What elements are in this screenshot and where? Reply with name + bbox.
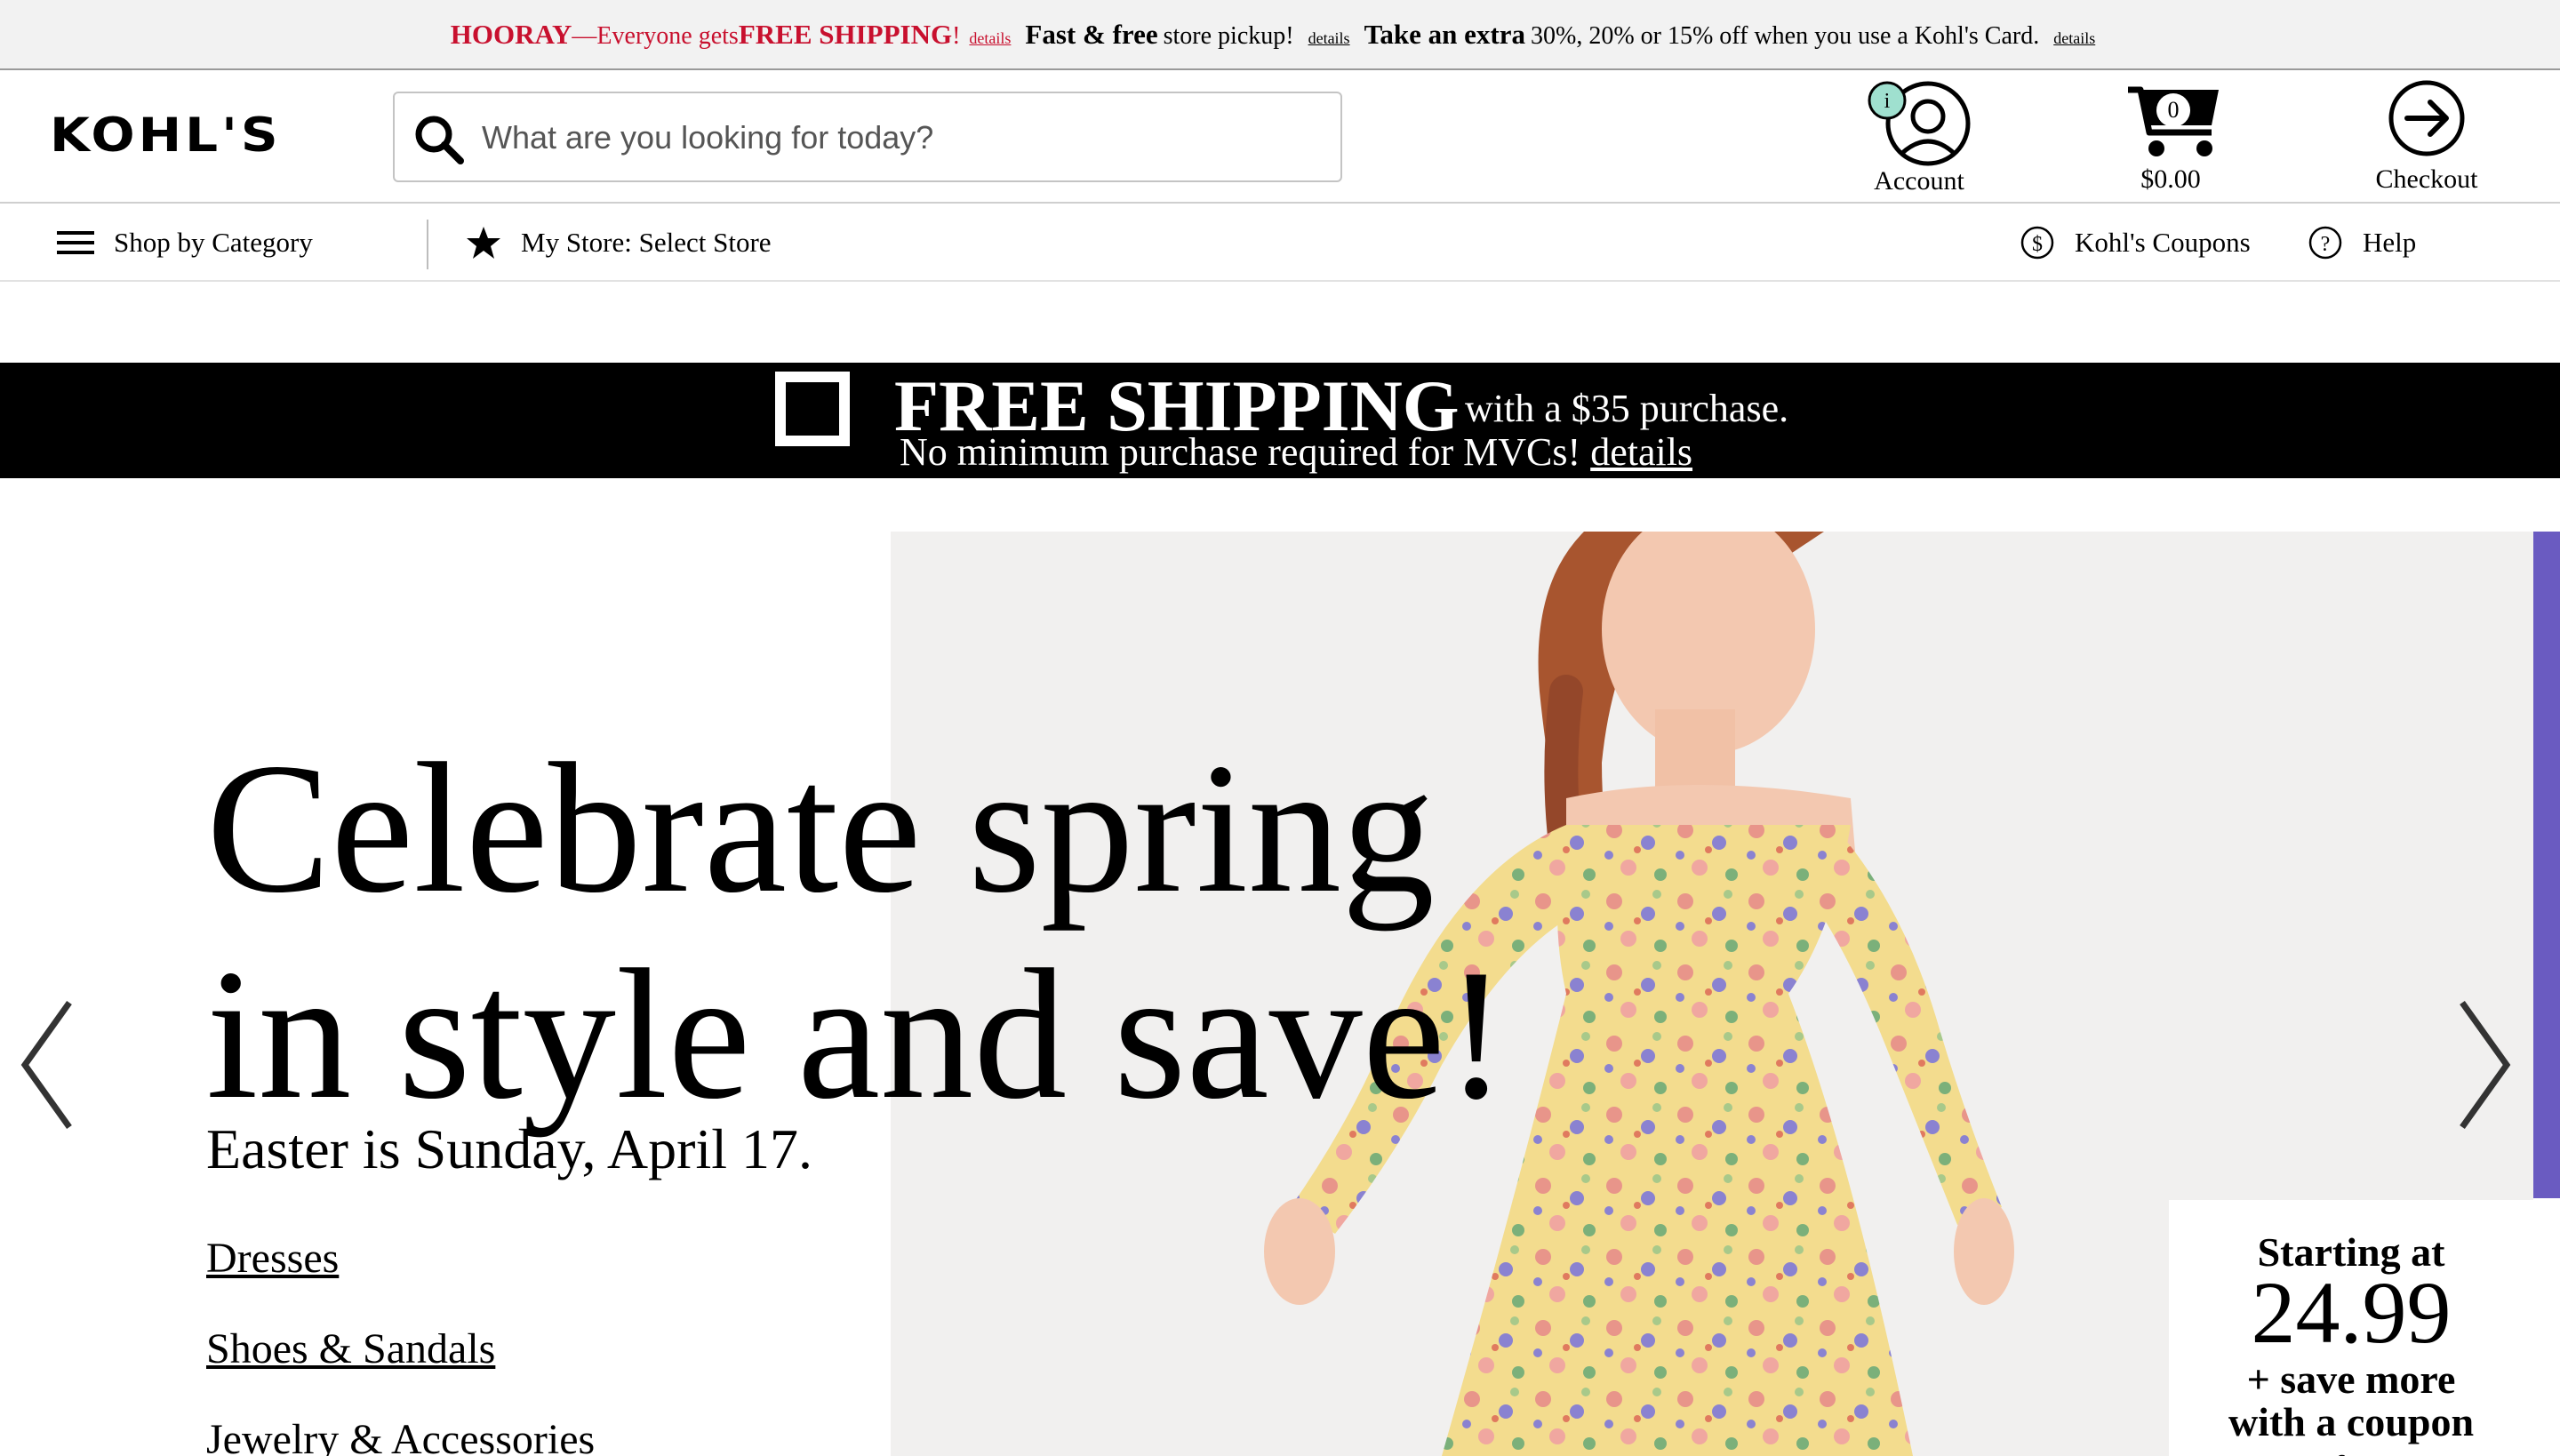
promo-free-shipping: FREE SHIPPING	[738, 18, 953, 50]
subnav-divider	[427, 220, 428, 269]
help-question-icon: ?	[2308, 226, 2342, 260]
promo-fast-free: Fast & free	[1025, 18, 1158, 50]
hamburger-menu-icon	[57, 231, 94, 254]
search-input[interactable]	[482, 109, 1317, 166]
carousel-prev-arrow-icon[interactable]	[12, 994, 84, 1136]
mvc-text: No minimum purchase required for MVCs!	[900, 430, 1581, 474]
hero-link-shoes-sandals[interactable]: Shoes & Sandals	[206, 1324, 495, 1373]
help-label: Help	[2363, 227, 2417, 258]
box-icon	[775, 372, 850, 446]
promo-everyone-text: —Everyone gets	[572, 21, 739, 50]
price-callout-card[interactable]: Starting at 24.99 + save more with a cou…	[2169, 1200, 2533, 1456]
help-link[interactable]: ? Help	[2308, 204, 2416, 282]
promo-details-link-shipping[interactable]: details	[969, 29, 1011, 48]
account-icon: i	[1868, 81, 1971, 166]
free-shipping-condition: with a $35 purchase.	[1465, 387, 1789, 430]
promo-hooray: HOORAY	[450, 18, 572, 50]
search-icon[interactable]	[411, 111, 468, 168]
shop-by-category-label: Shop by Category	[114, 227, 313, 258]
promo-exclamation: !	[952, 21, 961, 50]
price-value: 24.99	[2251, 1263, 2452, 1362]
hero-headline: Celebrate spring in style and save!	[206, 725, 1508, 1138]
checkout-label: Checkout	[2375, 164, 2478, 194]
arrow-right-circle-icon	[2388, 80, 2465, 156]
kohls-coupons-label: Kohl's Coupons	[2075, 227, 2251, 258]
promo-pickup-text: store pickup!	[1163, 21, 1294, 50]
promo-details-link-pickup[interactable]: details	[1308, 29, 1350, 48]
account-button[interactable]: i Account	[1845, 77, 1993, 202]
hero-link-dresses[interactable]: Dresses	[206, 1234, 339, 1283]
promo-discount-text: 30%, 20% or 15% off when you use a Kohl'…	[1531, 21, 2040, 50]
promo-bar: HOORAY —Everyone gets FREE SHIPPING ! de…	[0, 0, 2560, 70]
cart-button[interactable]: 0 $0.00	[2101, 77, 2240, 202]
hero-subhead: Easter is Sunday, April 17.	[206, 1117, 812, 1180]
cart-total: $0.00	[2140, 164, 2201, 194]
kohls-coupons-link[interactable]: $ Kohl's Coupons	[2020, 204, 2251, 282]
search-bar[interactable]	[393, 92, 1342, 182]
promo-take-extra: Take an extra	[1364, 18, 1525, 50]
checkout-button[interactable]: Checkout	[2356, 77, 2498, 202]
price-category: Dresses for women	[2169, 1447, 2533, 1456]
kohls-logo[interactable]: KOHL'S	[50, 108, 334, 161]
dollar-circle-icon: $	[2020, 226, 2054, 260]
hero-headline-line1: Celebrate spring	[206, 725, 1436, 932]
free-shipping-banner: FREE SHIPPING with a $35 purchase. No mi…	[0, 363, 2560, 478]
cart-count-badge: 0	[2156, 93, 2190, 127]
svg-text:$: $	[2032, 233, 2043, 256]
promo-details-link-card[interactable]: details	[2053, 29, 2095, 48]
hero-carousel: Celebrate spring in style and save! East…	[0, 532, 2560, 1456]
hero-link-jewelry-accessories[interactable]: Jewelry & Accessories	[206, 1415, 595, 1456]
save-more-line2: with a coupon	[2228, 1399, 2475, 1444]
my-store-button[interactable]: My Store: Select Store	[466, 204, 772, 282]
shop-by-category-button[interactable]: Shop by Category	[57, 204, 313, 282]
svg-text:i: i	[1884, 90, 1891, 113]
site-header: KOHL'S i Account 0 $0.00	[0, 70, 2560, 204]
free-shipping-details-link[interactable]: details	[1590, 430, 1692, 474]
hero-headline-line2: in style and save!	[206, 932, 1508, 1138]
account-label: Account	[1874, 166, 1964, 196]
star-icon	[467, 227, 500, 259]
secondary-nav: Shop by Category My Store: Select Store …	[0, 204, 2560, 282]
my-store-label: My Store: Select Store	[521, 227, 772, 258]
carousel-next-arrow-icon[interactable]	[2448, 994, 2519, 1136]
hero-accent-strip	[2533, 532, 2560, 1198]
price-save-more: + save more with a coupon	[2169, 1358, 2533, 1444]
free-shipping-subline: No minimum purchase required for MVCs! d…	[900, 428, 1692, 476]
save-more-line1: + save more	[2246, 1356, 2456, 1402]
svg-text:?: ?	[2321, 233, 2331, 256]
